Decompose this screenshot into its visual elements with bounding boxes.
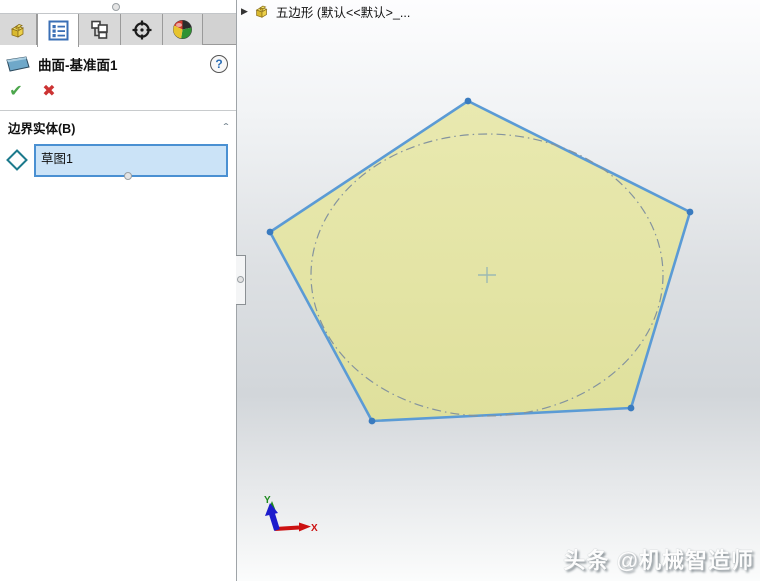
vertex-point[interactable] — [368, 417, 376, 425]
solidworks-window: 曲面-基准面1 ? ✔ ✖ 边界实体(B) ˆ 草图1 X Y ▶ 五边形 (默… — [0, 0, 760, 581]
tab-displaymanager[interactable] — [163, 14, 203, 45]
property-list-icon — [48, 20, 68, 41]
tab-featuremanager[interactable] — [0, 14, 37, 45]
section-label: 边界实体(B) — [8, 122, 76, 136]
origin-triad: X Y — [264, 495, 318, 534]
color-sphere-icon — [173, 20, 192, 39]
property-manager-actions: ✔ ✖ — [0, 78, 236, 108]
document-name: 五边形 (默认<<默认>_... — [275, 5, 411, 20]
vertex-point[interactable] — [266, 228, 274, 236]
plane-icon — [6, 56, 30, 72]
cancel-button[interactable]: ✖ — [39, 82, 59, 100]
bounding-entities-section-header[interactable]: 边界实体(B) ˆ — [0, 111, 236, 142]
graphics-viewport[interactable]: X Y ▶ 五边形 (默认<<默认>_... 头条 @机械智造师 — [237, 0, 760, 581]
ok-button[interactable]: ✔ — [6, 82, 26, 100]
pentagon-sketch-scene: X Y — [264, 97, 694, 534]
property-manager-header: 曲面-基准面1 ? — [0, 45, 236, 78]
panel-splitter[interactable] — [236, 255, 246, 305]
pentagon-face[interactable] — [268, 99, 692, 423]
part-icon — [11, 23, 24, 38]
vertex-point[interactable] — [686, 208, 694, 216]
chevron-up-icon[interactable]: ˆ — [224, 122, 228, 134]
vertex-point[interactable] — [464, 97, 472, 105]
watermark-text: 头条 @机械智造师 — [563, 548, 754, 573]
contour-diamond-icon — [6, 149, 28, 171]
x-axis-label: X — [311, 523, 318, 534]
panel-resize-handle[interactable] — [112, 3, 120, 11]
boundary-entities-listbox[interactable]: 草图1 — [34, 144, 228, 177]
property-manager-panel: 曲面-基准面1 ? ✔ ✖ 边界实体(B) ˆ 草图1 — [0, 0, 246, 581]
boundary-selection-row: 草图1 — [0, 142, 236, 177]
listbox-resize-handle[interactable] — [124, 172, 132, 180]
vertex-point[interactable] — [627, 404, 635, 412]
tab-dimxpertmanager[interactable] — [121, 14, 163, 45]
tab-propertymanager[interactable] — [37, 14, 79, 47]
tree-expand-arrow-icon[interactable]: ▶ — [241, 6, 248, 17]
page-title: 曲面-基准面1 — [38, 58, 118, 73]
help-icon[interactable]: ? — [210, 55, 228, 73]
panel-top-divider — [0, 0, 236, 14]
part-icon — [255, 5, 268, 18]
manager-tab-bar — [0, 14, 236, 47]
configurations-icon — [91, 20, 108, 39]
list-item-sketch1[interactable]: 草图1 — [36, 146, 226, 169]
target-icon — [132, 20, 151, 39]
splitter-grip-icon — [237, 276, 244, 283]
feature-tree-root[interactable]: ▶ 五边形 (默认<<默认>_... — [241, 2, 410, 20]
tab-configurationmanager[interactable] — [79, 14, 121, 45]
